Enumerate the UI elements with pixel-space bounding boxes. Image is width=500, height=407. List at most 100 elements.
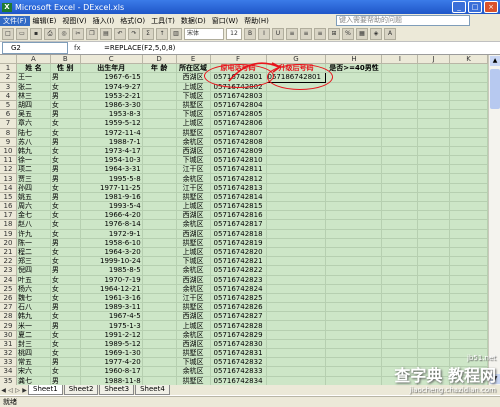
cell-b27[interactable]: 男 (50, 302, 81, 313)
cell-h24[interactable] (325, 275, 383, 285)
cell-k4[interactable] (449, 91, 488, 101)
cell-a15[interactable]: 姚五 (16, 192, 51, 203)
cell-f34[interactable]: 05716742833 (210, 366, 267, 377)
row-header[interactable]: 9 (0, 137, 17, 147)
cell-d3[interactable] (142, 82, 177, 92)
cell-f6[interactable]: 05716742805 (210, 109, 267, 120)
select-all-corner[interactable] (0, 55, 17, 65)
row-header[interactable]: 5 (0, 100, 17, 111)
row-header[interactable]: 35 (0, 376, 17, 385)
cell-g3[interactable] (266, 82, 327, 92)
cell-h4[interactable] (325, 91, 383, 101)
cell-b24[interactable]: 女 (50, 275, 81, 285)
cell-g11[interactable] (266, 155, 327, 166)
cell-c14[interactable]: 1977-11-25 (80, 183, 143, 193)
cell-g35[interactable] (266, 376, 327, 385)
row-header[interactable]: 15 (0, 192, 17, 203)
cell-i15[interactable] (381, 192, 419, 203)
cell-k9[interactable] (449, 137, 488, 147)
cell-e22[interactable]: 下城区 (176, 256, 211, 267)
cell-e4[interactable]: 下城区 (176, 91, 211, 101)
row-header[interactable]: 7 (0, 118, 17, 129)
cell-b18[interactable]: 女 (50, 219, 81, 230)
cell-b13[interactable]: 男 (50, 173, 81, 184)
row-header[interactable]: 25 (0, 284, 17, 294)
close-button[interactable]: × (484, 1, 498, 13)
cell-k10[interactable] (449, 146, 488, 157)
cell-h28[interactable] (325, 311, 383, 322)
cell-c4[interactable]: 1953-2-21 (80, 91, 143, 101)
row-header[interactable]: 23 (0, 265, 17, 276)
cell-g4[interactable] (266, 91, 327, 101)
cell-b25[interactable]: 女 (50, 284, 81, 294)
cell-f18[interactable]: 05716742817 (210, 219, 267, 230)
cell-j11[interactable] (417, 155, 451, 166)
row-header[interactable]: 16 (0, 201, 17, 212)
cell-h19[interactable] (325, 229, 383, 239)
cell-e3[interactable]: 上城区 (176, 82, 211, 92)
cell-f5[interactable]: 05716742804 (210, 100, 267, 111)
cell-b19[interactable]: 女 (50, 229, 81, 239)
cell-a20[interactable]: 陈一 (16, 238, 51, 248)
cell-k19[interactable] (449, 229, 488, 239)
cell-i27[interactable] (381, 302, 419, 313)
cell-f26[interactable]: 05716742825 (210, 293, 267, 304)
cell-a7[interactable]: 章六 (16, 118, 51, 129)
cell-e18[interactable]: 余杭区 (176, 219, 211, 230)
row-header[interactable]: 3 (0, 82, 17, 92)
cell-g20[interactable] (266, 238, 327, 248)
cell-i18[interactable] (381, 219, 419, 230)
cell-e12[interactable]: 江干区 (176, 164, 211, 175)
cell-f2[interactable]: 05716742801 (210, 72, 267, 83)
underline-icon[interactable]: U (272, 28, 284, 40)
row-header[interactable]: 4 (0, 91, 17, 101)
cell-e16[interactable]: 上城区 (176, 201, 211, 212)
cell-b4[interactable]: 男 (50, 91, 81, 101)
cell-a27[interactable]: 石八 (16, 302, 51, 313)
cell-j14[interactable] (417, 183, 451, 193)
row-header[interactable]: 13 (0, 173, 17, 184)
cell-i13[interactable] (381, 173, 419, 184)
cell-a19[interactable]: 许九 (16, 229, 51, 239)
cell-b1[interactable]: 性 别 (50, 63, 81, 74)
cell-k18[interactable] (449, 219, 488, 230)
cell-f17[interactable]: 05716742816 (210, 210, 267, 221)
menu-data[interactable]: 数据(D) (178, 16, 209, 26)
cell-h9[interactable] (325, 137, 383, 147)
open-icon[interactable]: ▭ (16, 28, 28, 40)
cell-b3[interactable]: 女 (50, 82, 81, 92)
cell-k5[interactable] (449, 100, 488, 111)
cell-g15[interactable] (266, 192, 327, 203)
cell-k29[interactable] (449, 320, 488, 331)
sort-asc-icon[interactable]: ↑ (156, 28, 168, 40)
cell-a9[interactable]: 苏八 (16, 137, 51, 147)
cell-c22[interactable]: 1999-10-24 (80, 256, 143, 267)
cell-e11[interactable]: 下城区 (176, 155, 211, 166)
currency-icon[interactable]: % (342, 28, 354, 40)
row-header[interactable]: 20 (0, 238, 17, 248)
cell-d31[interactable] (142, 339, 177, 350)
cell-i14[interactable] (381, 183, 419, 193)
cell-g25[interactable] (266, 284, 327, 294)
cell-g18[interactable] (266, 219, 327, 230)
cell-i20[interactable] (381, 238, 419, 248)
cell-a8[interactable]: 陆七 (16, 128, 51, 138)
cell-d27[interactable] (142, 302, 177, 313)
cell-b10[interactable]: 女 (50, 146, 81, 157)
cell-g26[interactable] (266, 293, 327, 304)
menu-insert[interactable]: 插入(I) (90, 16, 118, 26)
cell-d10[interactable] (142, 146, 177, 157)
column-header-k[interactable]: K (449, 55, 488, 65)
cell-a13[interactable]: 贾三 (16, 173, 51, 184)
cell-c9[interactable]: 1988-7-1 (80, 137, 143, 147)
cell-a5[interactable]: 胡四 (16, 100, 51, 111)
cell-h13[interactable] (325, 173, 383, 184)
cell-c35[interactable]: 1988-11-8 (80, 376, 143, 385)
cell-d25[interactable] (142, 284, 177, 294)
cell-g21[interactable] (266, 247, 327, 258)
cell-c8[interactable]: 1972-11-4 (80, 128, 143, 138)
cell-f28[interactable]: 05716742827 (210, 311, 267, 322)
cell-g30[interactable] (266, 330, 327, 340)
cell-i25[interactable] (381, 284, 419, 294)
column-header-a[interactable]: A (16, 55, 51, 65)
